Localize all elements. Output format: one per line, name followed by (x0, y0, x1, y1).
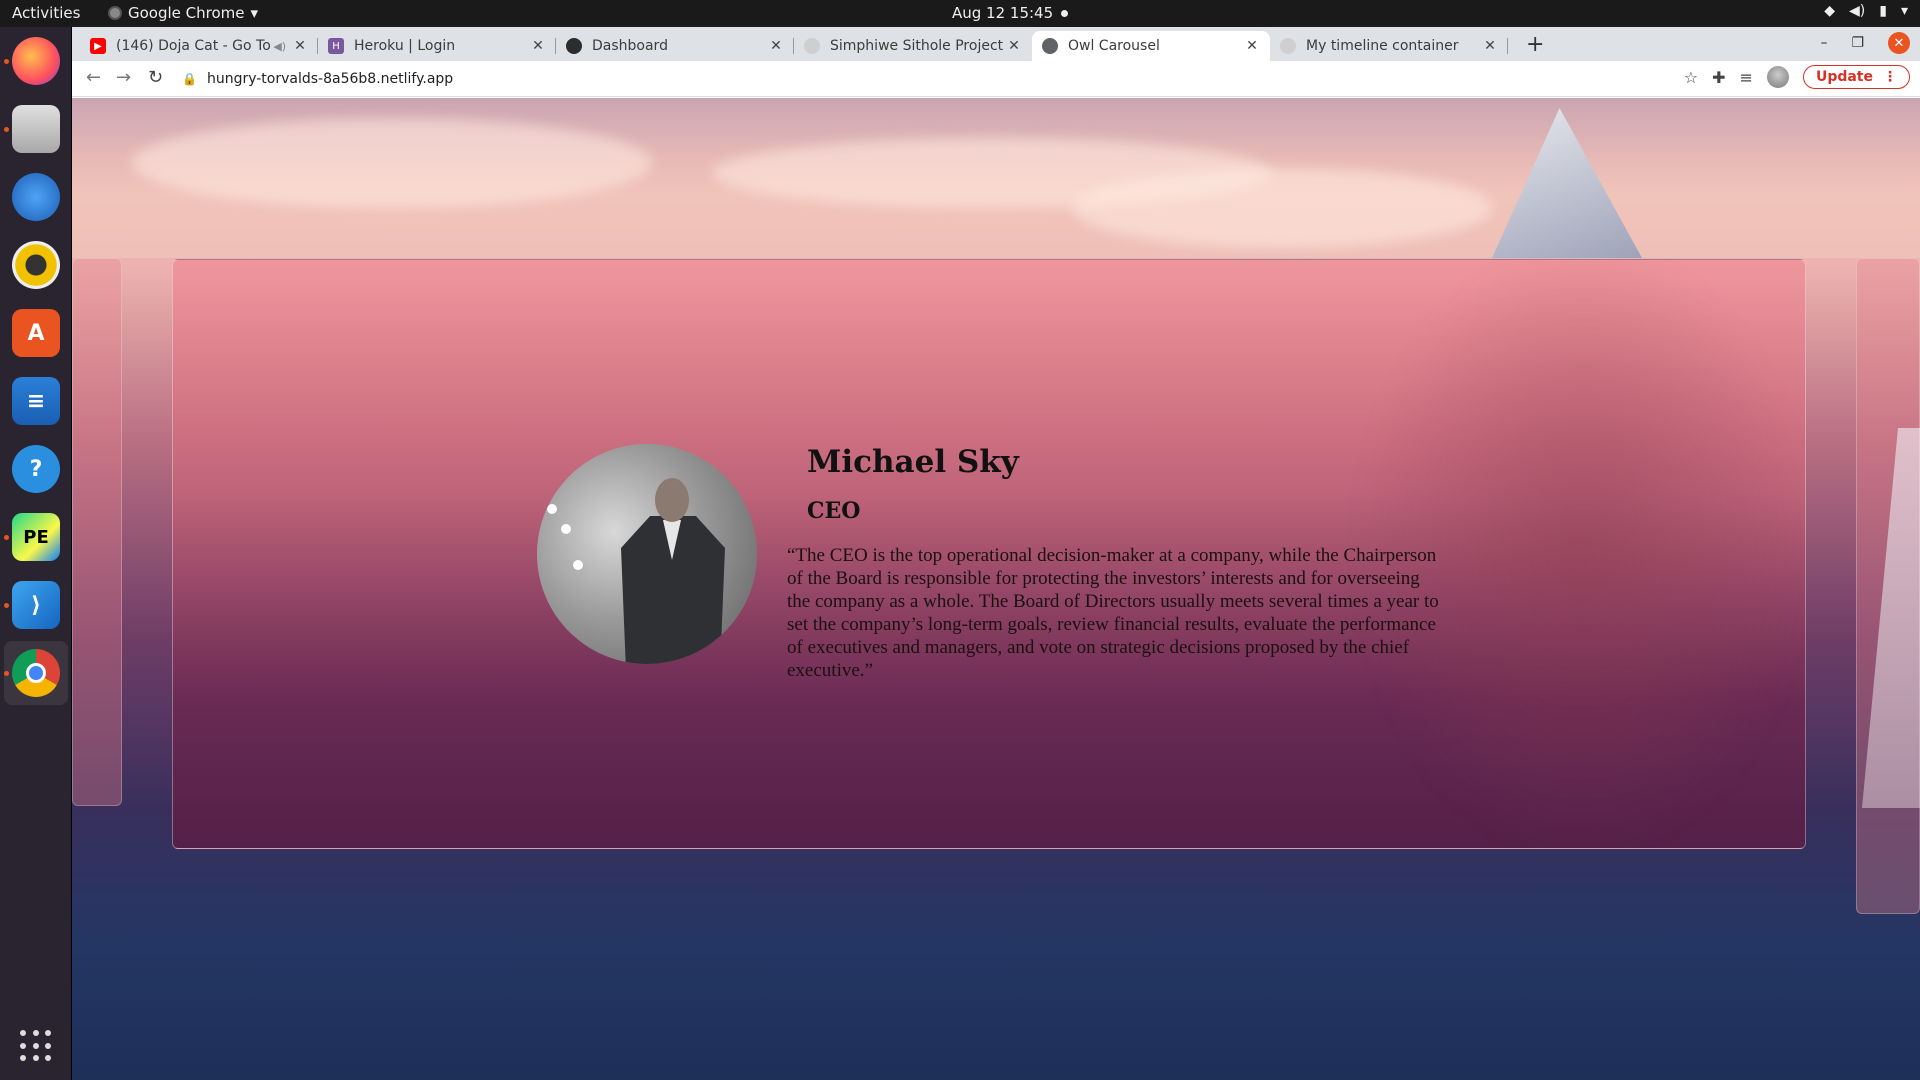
back-icon[interactable]: ← (86, 67, 101, 88)
tab-title: Owl Carousel (1068, 38, 1160, 54)
bokeh-light (573, 560, 583, 570)
tab-dashboard[interactable]: Dashboard ✕ (556, 31, 794, 61)
tab-title: My timeline container (1306, 38, 1459, 54)
person-name: Michael Sky (807, 444, 1019, 480)
speaker-icon[interactable]: ◀) (273, 40, 286, 53)
bokeh-light (561, 524, 571, 534)
tab-youtube[interactable]: ▶ (146) Doja Cat - Go To Town ◀) ✕ (80, 31, 318, 61)
extensions-icon[interactable]: ✚ (1712, 68, 1725, 87)
dashboard-icon (566, 38, 582, 54)
chrome-icon[interactable] (4, 641, 68, 705)
system-tray[interactable]: ◆ ◀) ▮ ▾ (1824, 3, 1908, 19)
cloud (1072, 168, 1492, 248)
notification-dot-icon (1061, 9, 1069, 17)
carousel-next-slide[interactable] (1856, 258, 1920, 914)
tab-heroku[interactable]: H Heroku | Login ✕ (318, 31, 556, 61)
thunderbird-icon[interactable] (12, 173, 60, 221)
globe-icon (1280, 38, 1296, 54)
running-indicator-icon (4, 127, 9, 132)
carousel-prev-slide[interactable] (72, 258, 122, 806)
testimonial-quote: “The CEO is the top operational decision… (787, 545, 1439, 681)
help-icon[interactable]: ? (12, 445, 60, 493)
testimonial-card: Michael Sky CEO “The CEO is the top oper… (172, 259, 1806, 849)
tab-title: Heroku | Login (354, 38, 456, 54)
running-indicator-icon (4, 671, 9, 676)
person-role: CEO (807, 498, 861, 524)
wifi-icon: ◆ (1824, 3, 1836, 19)
pycharm-icon[interactable]: PE (12, 513, 60, 561)
close-icon[interactable]: ✕ (1006, 38, 1022, 54)
bookmark-star-icon[interactable]: ☆ (1684, 68, 1698, 87)
close-icon[interactable]: ✕ (1482, 38, 1498, 54)
browser-window: ▶ (146) Doja Cat - Go To Town ◀) ✕ H Her… (72, 27, 1920, 1080)
tab-timeline[interactable]: My timeline container ✕ (1270, 31, 1508, 61)
tab-title: (146) Doja Cat - Go To Town (116, 38, 273, 54)
profile-photo (537, 444, 757, 664)
heroku-icon: H (328, 38, 344, 54)
restore-icon[interactable]: ❐ (1851, 35, 1864, 51)
vscode-icon[interactable]: ⟩ (12, 581, 60, 629)
battery-icon: ▮ (1879, 3, 1887, 19)
files-icon[interactable] (12, 105, 60, 153)
address-bar[interactable]: 🔒 hungry-torvalds-8a56b8.netlify.app (182, 65, 1762, 93)
reload-icon[interactable]: ↻ (148, 67, 163, 88)
chrome-small-icon (108, 6, 122, 20)
forward-icon[interactable]: → (116, 67, 131, 88)
software-center-icon[interactable]: A (12, 309, 60, 357)
activities-button[interactable]: Activities (12, 4, 80, 22)
toolbar-actions: ☆ ✚ ≡ Update ⋮ (1684, 65, 1910, 89)
running-indicator-icon (4, 535, 9, 540)
browser-toolbar: ← → ↻ 🔒 hungry-torvalds-8a56b8.netlify.a… (72, 61, 1920, 97)
tab-separator (1507, 38, 1508, 54)
page-viewport: Michael Sky CEO “The CEO is the top oper… (72, 98, 1920, 1080)
tab-strip: ▶ (146) Doja Cat - Go To Town ◀) ✕ H Her… (72, 27, 1920, 61)
chevron-down-icon: ▾ (1900, 3, 1908, 19)
globe-icon (804, 38, 820, 54)
running-indicator-icon (4, 603, 9, 608)
show-applications-icon[interactable] (20, 1030, 52, 1062)
clock[interactable]: Aug 12 15:45 (952, 4, 1069, 22)
url-text[interactable]: hungry-torvalds-8a56b8.netlify.app (207, 71, 453, 87)
tab-simphiwe-project[interactable]: Simphiwe Sithole Project ✕ (794, 31, 1032, 61)
app-menu[interactable]: Google Chrome ▾ (108, 4, 258, 22)
running-indicator-icon (4, 59, 9, 64)
clock-label: Aug 12 15:45 (952, 4, 1054, 22)
youtube-icon: ▶ (90, 38, 106, 54)
person-head (655, 478, 689, 522)
minimize-icon[interactable]: – (1820, 35, 1827, 51)
update-label: Update (1815, 69, 1873, 85)
volume-icon: ◀) (1849, 3, 1866, 19)
new-tab-button[interactable]: + (1526, 32, 1544, 57)
window-close-icon[interactable]: ✕ (1888, 32, 1910, 54)
app-menu-label: Google Chrome (128, 4, 245, 22)
tab-title: Dashboard (592, 38, 668, 54)
profile-avatar[interactable] (1766, 66, 1789, 88)
media-queue-icon[interactable]: ≡ (1740, 68, 1753, 87)
cloud (132, 118, 652, 208)
dock: A ≡ ? PE ⟩ (0, 27, 72, 1080)
tab-title: Simphiwe Sithole Project (830, 38, 1004, 54)
kebab-menu-icon: ⋮ (1883, 69, 1897, 85)
close-icon[interactable]: ✕ (530, 38, 546, 54)
close-icon[interactable]: ✕ (1244, 38, 1260, 54)
lock-icon[interactable]: 🔒 (182, 72, 197, 86)
caret-down-icon: ▾ (250, 4, 259, 22)
writer-icon[interactable]: ≡ (12, 377, 60, 425)
update-button[interactable]: Update ⋮ (1802, 65, 1910, 89)
window-controls: – ❐ ✕ (1820, 32, 1910, 54)
rhythmbox-icon[interactable] (12, 241, 60, 289)
bokeh-light (547, 504, 557, 514)
close-icon[interactable]: ✕ (292, 38, 308, 54)
firefox-icon[interactable] (12, 37, 60, 85)
close-icon[interactable]: ✕ (768, 38, 784, 54)
tab-owl-carousel[interactable]: Owl Carousel ✕ (1032, 31, 1270, 61)
globe-icon (1042, 38, 1058, 54)
system-top-bar: Activities Google Chrome ▾ Aug 12 15:45 … (0, 0, 1920, 27)
